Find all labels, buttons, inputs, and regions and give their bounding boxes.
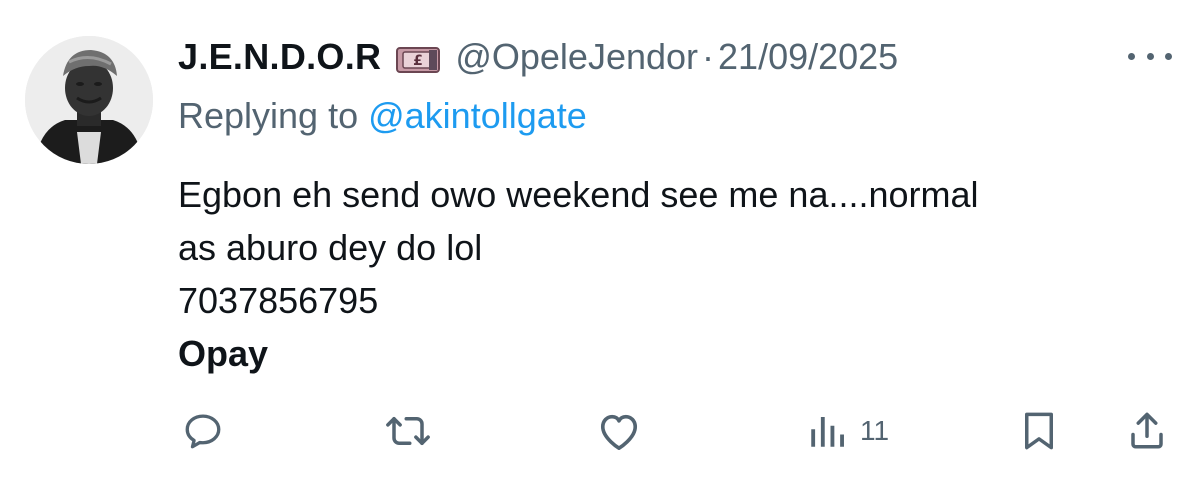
views-count: 11 — [860, 415, 890, 446]
heart-icon — [600, 414, 638, 450]
tweet-date[interactable]: 21/09/2025 — [718, 36, 898, 78]
action-bar: 11 — [0, 406, 1199, 456]
analytics-icon — [811, 417, 844, 447]
reply-button[interactable] — [182, 406, 224, 456]
separator-dot: · — [702, 36, 715, 77]
display-name[interactable]: J.E.N.D.O.R — [178, 36, 381, 78]
like-button[interactable] — [596, 406, 642, 456]
views-button[interactable]: 11 — [806, 406, 889, 456]
replying-to: Replying to @akintollgate — [178, 95, 587, 137]
avatar-image — [25, 36, 153, 164]
tweet-body: Egbon eh send owo weekend see me na....n… — [178, 168, 979, 380]
tweet[interactable]: J.E.N.D.O.R £ @OpeleJendor · 21/09/2025 … — [0, 0, 1199, 477]
tweet-text-line: 7037856795 — [178, 280, 379, 321]
more-dot-icon — [1128, 52, 1135, 60]
reply-handle-link[interactable]: @akintollgate — [368, 95, 587, 136]
tweet-header: J.E.N.D.O.R £ @OpeleJendor · 21/09/2025 — [178, 34, 898, 80]
avatar[interactable] — [25, 36, 153, 164]
more-dot-icon — [1165, 52, 1172, 60]
bookmark-icon — [1025, 412, 1053, 450]
retweet-icon — [386, 417, 430, 445]
share-button[interactable] — [1126, 406, 1168, 456]
replying-to-label: Replying to — [178, 95, 369, 136]
tweet-text-line: Egbon eh send owo weekend see me na....n… — [178, 174, 979, 215]
author-handle[interactable]: @OpeleJendor — [455, 36, 698, 78]
money-with-wings-pound-icon: £ — [395, 42, 441, 73]
svg-text:£: £ — [413, 53, 423, 69]
comment-icon — [185, 414, 221, 449]
share-icon — [1131, 412, 1163, 449]
bookmark-button[interactable] — [1018, 406, 1060, 456]
tweet-text-line: as aburo dey do lol — [178, 227, 483, 268]
more-options-button[interactable] — [1128, 48, 1172, 64]
more-dot-icon — [1146, 52, 1154, 60]
tweet-text-line: Opay — [178, 333, 269, 374]
retweet-button[interactable] — [385, 406, 431, 456]
